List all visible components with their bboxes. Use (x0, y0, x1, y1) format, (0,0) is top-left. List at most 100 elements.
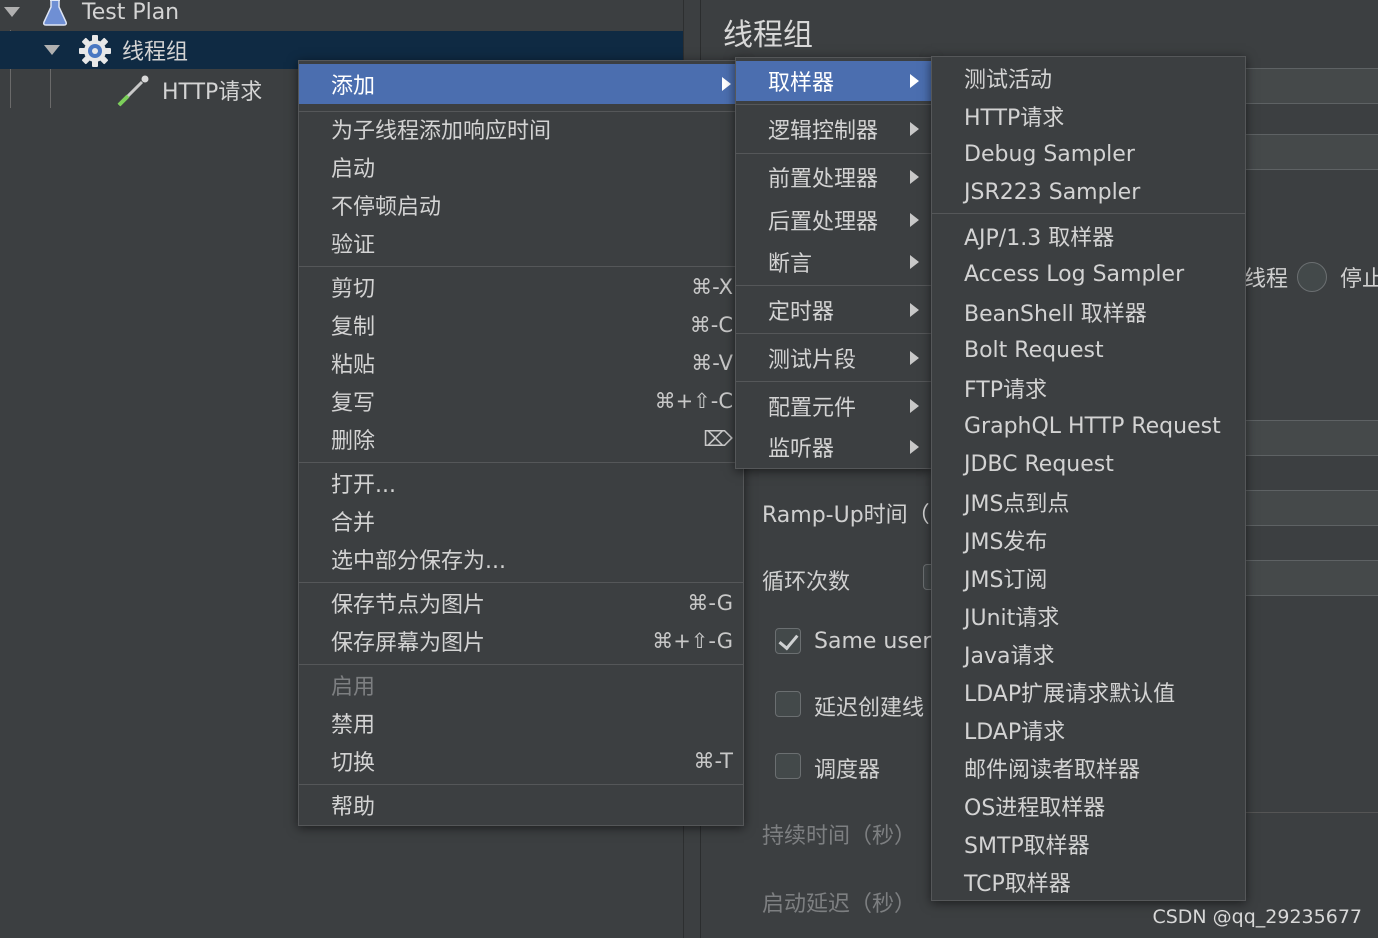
menu-item-validate[interactable]: 验证 (299, 224, 743, 262)
menu-item-label: 为子线程添加响应时间 (331, 119, 552, 144)
menu-item-disable[interactable]: 禁用 (299, 704, 743, 742)
sampler-item[interactable]: LDAP扩展请求默认值 (932, 673, 1245, 711)
menu-item-add-response-time[interactable]: 为子线程添加响应时间 (299, 110, 743, 148)
scheduler-checkbox[interactable] (775, 753, 801, 779)
menu-item-save-selection-as[interactable]: 选中部分保存为... (299, 540, 743, 578)
sampler-item[interactable]: TCP取样器 (932, 863, 1245, 901)
submenu-arrow-icon (910, 170, 919, 184)
menu-item-label: Access Log Sampler (964, 261, 1185, 287)
menu-item-start[interactable]: 启动 (299, 148, 743, 186)
sampler-item[interactable]: AJP/1.3 取样器 (932, 217, 1245, 255)
submenu-arrow-icon (910, 440, 919, 454)
delay-create-checkbox[interactable] (775, 691, 801, 717)
menu-item-open[interactable]: 打开... (299, 464, 743, 502)
menu-separator (299, 784, 743, 785)
menu-shortcut: ⌘-V (691, 351, 733, 375)
submenu-item-listener[interactable]: 监听器 (736, 428, 931, 466)
menu-item-label: GraphQL HTTP Request (964, 413, 1221, 439)
stop-thread-radio[interactable] (1297, 262, 1327, 292)
menu-separator (736, 285, 931, 286)
sampler-item[interactable]: JMS订阅 (932, 559, 1245, 597)
same-user-checkbox[interactable] (775, 628, 801, 654)
menu-item-save-node-image[interactable]: 保存节点为图片 ⌘-G (299, 584, 743, 622)
menu-item-label: 定时器 (768, 300, 835, 325)
submenu-arrow-icon (722, 77, 731, 91)
sampler-item[interactable]: FTP请求 (932, 369, 1245, 407)
sampler-item[interactable]: Access Log Sampler (932, 255, 1245, 293)
menu-item-copy[interactable]: 复制 ⌘-C (299, 306, 743, 344)
submenu-item-pre-processor[interactable]: 前置处理器 (736, 158, 931, 196)
menu-item-label: TCP取样器 (964, 872, 1071, 897)
expand-triangle-icon[interactable] (44, 45, 60, 55)
menu-separator (299, 582, 743, 583)
gear-icon (79, 35, 111, 67)
menu-item-label: OS进程取样器 (964, 796, 1106, 821)
menu-item-label: 邮件阅读者取样器 (964, 758, 1141, 783)
sampler-item[interactable]: JDBC Request (932, 445, 1245, 483)
tree-node-label: Test Plan (82, 0, 180, 25)
menu-item-label: 监听器 (768, 437, 835, 462)
tree-node-test-plan[interactable]: Test Plan (0, 0, 683, 31)
menu-item-label: 删除 (331, 429, 376, 454)
sampler-item[interactable]: LDAP请求 (932, 711, 1245, 749)
submenu-item-logic-controller[interactable]: 逻辑控制器 (736, 110, 931, 148)
flask-icon (43, 0, 67, 26)
menu-item-label: 验证 (331, 233, 376, 258)
menu-item-label: Bolt Request (964, 337, 1104, 363)
submenu-item-sampler[interactable]: 取样器 (736, 61, 931, 101)
delay-create-label: 延迟创建线 (814, 696, 925, 721)
sampler-item[interactable]: SMTP取样器 (932, 825, 1245, 863)
sampler-item[interactable]: BeanShell 取样器 (932, 293, 1245, 331)
menu-item-label: 前置处理器 (768, 167, 879, 192)
menu-item-cut[interactable]: 剪切 ⌘-X (299, 268, 743, 306)
menu-item-label: Debug Sampler (964, 141, 1135, 167)
menu-item-merge[interactable]: 合并 (299, 502, 743, 540)
sampler-item[interactable]: 测试活动 (932, 59, 1245, 97)
menu-item-paste[interactable]: 粘贴 ⌘-V (299, 344, 743, 382)
loop-count-label: 循环次数 (762, 570, 851, 595)
page-title: 线程组 (723, 18, 813, 53)
menu-item-label: HTTP请求 (964, 106, 1065, 131)
menu-separator (299, 266, 743, 267)
menu-item-label: LDAP扩展请求默认值 (964, 682, 1176, 707)
menu-separator (299, 664, 743, 665)
expand-triangle-icon[interactable] (4, 7, 20, 17)
menu-item-save-screen-image[interactable]: 保存屏幕为图片 ⌘+⇧-G (299, 622, 743, 660)
menu-item-label: 复写 (331, 391, 376, 416)
sampler-item[interactable]: JSR223 Sampler (932, 173, 1245, 211)
menu-item-label: 复制 (331, 315, 376, 340)
sampler-item[interactable]: GraphQL HTTP Request (932, 407, 1245, 445)
menu-item-label: JSR223 Sampler (964, 179, 1141, 205)
menu-item-label: 测试片段 (768, 348, 857, 373)
submenu-item-timer[interactable]: 定时器 (736, 291, 931, 329)
scheduler-label: 调度器 (814, 758, 881, 783)
sampler-item[interactable]: Java请求 (932, 635, 1245, 673)
submenu-item-assertion[interactable]: 断言 (736, 243, 931, 281)
menu-item-label: 选中部分保存为... (331, 549, 506, 574)
sampler-item[interactable]: OS进程取样器 (932, 787, 1245, 825)
menu-item-label: 保存屏幕为图片 (331, 631, 486, 656)
submenu-item-test-fragment[interactable]: 测试片段 (736, 339, 931, 377)
menu-separator (736, 104, 931, 105)
sampler-item[interactable]: Bolt Request (932, 331, 1245, 369)
sampler-item[interactable]: JUnit请求 (932, 597, 1245, 635)
sampler-item[interactable]: Debug Sampler (932, 135, 1245, 173)
sampler-item[interactable]: JMS发布 (932, 521, 1245, 559)
sampler-item[interactable]: 邮件阅读者取样器 (932, 749, 1245, 787)
menu-item-label: BeanShell 取样器 (964, 302, 1147, 327)
menu-item-delete[interactable]: 删除 ⌦ (299, 420, 743, 458)
sampler-item[interactable]: HTTP请求 (932, 97, 1245, 135)
menu-item-add[interactable]: 添加 (299, 64, 743, 104)
menu-separator (736, 333, 931, 334)
menu-item-duplicate[interactable]: 复写 ⌘+⇧-C (299, 382, 743, 420)
menu-shortcut: ⌘+⇧-G (652, 629, 733, 653)
sampler-item[interactable]: JMS点到点 (932, 483, 1245, 521)
menu-item-help[interactable]: 帮助 (299, 786, 743, 824)
menu-separator (736, 153, 931, 154)
menu-item-start-no-pause[interactable]: 不停顿启动 (299, 186, 743, 224)
submenu-item-post-processor[interactable]: 后置处理器 (736, 201, 931, 239)
sampler-submenu: 测试活动 HTTP请求 Debug Sampler JSR223 Sampler… (931, 56, 1246, 901)
submenu-item-config-element[interactable]: 配置元件 (736, 387, 931, 425)
menu-item-toggle[interactable]: 切换 ⌘-T (299, 742, 743, 780)
context-menu: 添加 为子线程添加响应时间 启动 不停顿启动 验证 剪切 ⌘-X 复制 ⌘-C 粘贴… (298, 60, 744, 826)
